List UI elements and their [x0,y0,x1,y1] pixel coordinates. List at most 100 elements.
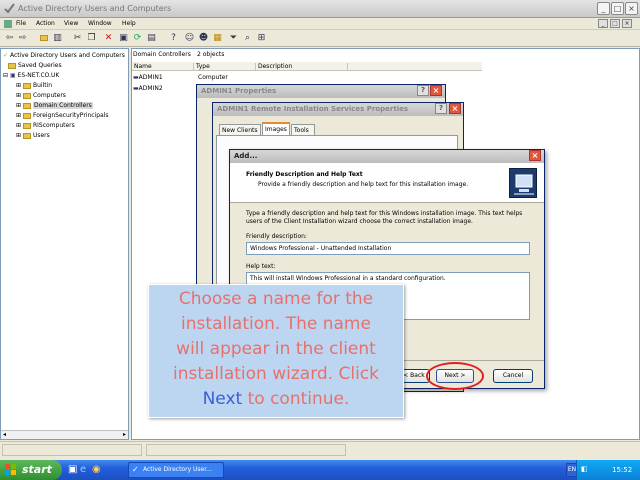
quicklaunch-ie-icon[interactable]: e [80,464,86,475]
column-header-description[interactable]: Description [258,63,348,71]
tab-new-clients[interactable]: New Clients [219,124,261,135]
window-title: Active Directory Users and Computers [18,4,172,13]
refresh-icon[interactable]: ⟳ [132,33,143,44]
tree-root-label: Active Directory Users and Computers [9,52,125,59]
taskbar-item-icon: ✓ [132,465,139,474]
callout-next-word: Next [202,389,243,409]
tree-item-builtin[interactable]: ⊞ Builtin [16,82,52,89]
row-type: Computer [198,74,228,81]
list-header-count: 2 objects [197,51,225,58]
tree-item-computers[interactable]: ⊞ Computers [16,92,66,99]
folder-icon [22,82,31,89]
props1-title[interactable]: ADMIN1 Properties [197,85,445,98]
export-list-icon[interactable]: ▤ [146,33,157,44]
new-user-icon[interactable]: ☺ [184,33,195,44]
menu-action[interactable]: Action [36,20,55,27]
properties-icon[interactable]: ▣ [118,33,129,44]
add-close-icon[interactable]: × [529,150,541,161]
quicklaunch-desktop-icon[interactable]: ▣ [68,464,77,475]
add-to-group-icon[interactable]: ⊞ [256,33,267,44]
menu-app-icon[interactable] [4,20,12,28]
tab-tools[interactable]: Tools [291,124,315,135]
tree-root[interactable]: ✓ Active Directory Users and Computers [3,52,125,59]
tree-item-users[interactable]: ⊞ Users [16,132,50,139]
table-row[interactable]: ▬ADMIN2 [133,85,163,92]
tree-item-label: Builtin [32,82,53,89]
app-icon [4,3,15,14]
row-name: ADMIN2 [138,85,163,92]
tree-item-label: ForeignSecurityPrincipals [32,112,109,119]
column-header-name[interactable]: Name [134,63,194,71]
menu-view[interactable]: View [64,20,78,27]
menu-help[interactable]: Help [122,20,136,27]
folder-icon [22,122,31,129]
quicklaunch-media-icon[interactable]: ◉ [92,464,101,475]
windows-logo-icon [5,464,17,476]
wizard-header-icon [509,168,537,198]
tree-item-saved-queries[interactable]: Saved Queries [8,62,62,69]
folder-icon [22,102,31,109]
callout-line-2: installation. The name [181,314,371,334]
clock: 15:52 [612,466,633,474]
mdi-restore-icon[interactable]: □ [610,19,620,28]
friendly-description-input[interactable]: Windows Professional - Unattended Instal… [246,242,530,255]
close-icon[interactable]: × [625,2,638,15]
wizard-heading: Friendly Description and Help Text [246,171,363,178]
tree-item-label: Users [32,132,50,139]
row-name: ADMIN1 [138,74,163,81]
props1-help-icon[interactable]: ? [417,85,429,96]
tree-horizontal-scrollbar[interactable]: ◂ ▸ [1,430,128,439]
menu-file[interactable]: File [16,20,26,27]
next-highlight-circle [426,362,484,390]
folder-icon [22,132,31,139]
cancel-button[interactable]: Cancel [493,369,533,383]
help-text-label: Help text: [246,263,276,270]
find-icon[interactable]: ⌕ [242,33,253,44]
filter-icon[interactable]: ⏷ [228,33,239,44]
taskbar-item-label: Active Directory User... [143,466,212,473]
column-header-type[interactable]: Type [196,63,256,71]
tree-item-label: Saved Queries [18,62,62,69]
table-row[interactable]: ▬ADMIN1 [133,74,163,81]
folder-icon [8,62,16,69]
callout-line-3: will appear in the client [176,339,376,359]
maximize-icon[interactable]: □ [611,2,624,15]
callout-line-4: installation wizard. Click [172,364,380,384]
back-icon[interactable]: ⇦ [4,33,15,44]
mdi-minimize-icon[interactable]: _ [598,19,608,28]
callout-line-5-rest: to continue. [242,389,350,409]
tree-item-label: Domain Controllers [32,102,93,109]
up-folder-icon[interactable] [38,33,49,44]
instruction-callout: Choose a name for the installation. The … [148,284,404,418]
props2-title[interactable]: ADMIN1 Remote Installation Services Prop… [213,103,463,116]
callout-line-1: Choose a name for the [178,289,374,309]
help-icon[interactable]: ? [168,33,179,44]
folder-icon [22,112,31,119]
props1-close-icon[interactable]: × [430,85,442,96]
tree-item-ris-computers[interactable]: ⊞ RIScomputers [16,122,75,129]
cut-icon[interactable]: ✂ [72,33,83,44]
props2-help-icon[interactable]: ? [435,103,447,114]
tab-images[interactable]: Images [262,122,290,135]
tree-item-foreign-security[interactable]: ⊞ ForeignSecurityPrincipals [16,112,109,119]
forward-icon[interactable]: ⇨ [17,33,28,44]
wizard-subheading: Provide a friendly description and help … [258,181,469,188]
show-hide-tree-icon[interactable]: ▥ [52,33,63,44]
start-label: start [22,463,52,476]
new-ou-icon[interactable]: ▦ [212,33,223,44]
delete-icon[interactable]: ✕ [103,33,114,44]
taskbar-item-aduc[interactable]: Active Directory User... [128,462,224,478]
tree-item-label: ES-NET.CO.UK [17,72,60,79]
menu-window[interactable]: Window [88,20,112,27]
props2-close-icon[interactable]: × [449,103,461,114]
tree-item-domain-controllers[interactable]: ⊞ Domain Controllers [16,102,93,109]
minimize-icon[interactable]: _ [597,2,610,15]
wizard-instruction: Type a friendly description and help tex… [246,210,523,225]
new-group-icon[interactable]: ☻ [198,33,209,44]
tray-network-icon[interactable]: ◧ [581,465,588,473]
add-dialog-title[interactable]: Add... [230,150,544,163]
copy-icon[interactable]: ❐ [86,33,97,44]
mdi-close-icon[interactable]: × [622,19,632,28]
tree-item-label: RIScomputers [32,122,75,129]
tree-item-domain[interactable]: ⊟ ▣ ES-NET.CO.UK [3,72,59,79]
